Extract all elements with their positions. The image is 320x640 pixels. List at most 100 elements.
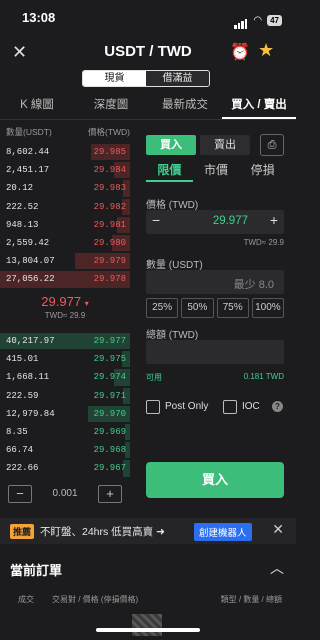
row-qty: 66.74 [6,445,34,456]
row-price: 29.985 [93,147,126,157]
price-label: 價格 (TWD) [146,200,199,211]
price-plus-button[interactable]: + [270,212,278,228]
buy-button[interactable]: 買入 [146,462,284,498]
tab-stop[interactable]: 停損 [239,160,286,182]
row-qty: 8.35 [6,427,28,437]
row-qty: 2,451.17 [6,165,50,176]
bid-row[interactable]: 1,668.11 29.974 [0,368,130,386]
status-bar: 13:08 ◠ 47 [0,0,296,36]
row-price: 29.968 [93,445,126,456]
mid-price-twd: TWD≈ 29.9 [44,311,86,320]
tab-limit[interactable]: 限價 [146,160,193,182]
battery-icon: 47 [267,14,282,26]
close-icon[interactable]: ✕ [272,521,284,538]
home-indicator [96,628,200,632]
orders-title: 當前訂單 [10,563,63,578]
price-value: 29.977 [212,215,248,227]
row-price: 29.970 [93,408,126,419]
qty-input[interactable]: 最少 8.0 [146,270,284,294]
bid-row[interactable]: 8.35 29.969 [0,423,130,441]
row-price: 29.977 [93,336,126,346]
row-qty: 13,804.07 [6,256,55,267]
ioc-label: IOC [242,401,260,412]
price-minus-button[interactable]: − [152,212,160,228]
sell-tab[interactable]: 賣出 [200,135,250,155]
col-type-qty-total: 類型 / 數量 / 總額 [220,595,282,604]
available-label: 可用 [146,373,162,382]
ask-row[interactable]: 222.52 29.982 [0,198,130,216]
step-value: 0.001 [52,488,78,499]
available-balance: 可用 0.181 TWD [146,372,284,383]
bid-row[interactable]: 222.59 29.971 [0,387,130,405]
tab-buy-sell[interactable]: 買入 / 賣出 [222,92,296,119]
row-qty: 222.52 [6,201,39,212]
row-price: 29.978 [93,274,126,285]
qty-header: 數量(USDT) [6,127,52,137]
price-hint: TWD≈ 29.9 [243,238,284,247]
row-price: 29.980 [93,238,126,248]
total-label: 總額 (TWD) [146,330,199,341]
create-bot-button[interactable]: 創建機器人 [194,523,252,541]
percent-100-button[interactable]: 100% [251,298,284,318]
percent-25-button[interactable]: 25% [146,298,179,318]
buy-tab[interactable]: 買入 [146,135,196,155]
bid-row[interactable]: 222.66 29.967 [0,459,130,477]
row-price: 29.981 [93,219,126,230]
printer-icon[interactable]: ⎙ [260,134,284,156]
bid-row[interactable]: 12,979.84 29.970 [0,405,130,423]
row-qty: 8,602.44 [6,147,50,157]
tab-market[interactable]: 市價 [193,160,240,182]
promo-banner[interactable]: 推薦 不盯盤、24hrs 低買高賣 ➜ 創建機器人 ✕ [0,518,296,544]
row-qty: 222.66 [6,463,39,474]
ask-row[interactable]: 20.12 29.983 [0,179,130,197]
chevron-up-icon[interactable]: ︿ [270,558,284,578]
market-segment: 現貨 借滿益 [82,70,210,87]
row-price: 29.975 [93,354,126,365]
ask-row[interactable]: 2,559.42 29.980 [0,234,130,252]
row-price: 29.969 [93,427,126,437]
bid-row[interactable]: 66.74 29.968 [0,441,130,459]
ask-row[interactable]: 13,804.07 29.979 [0,252,130,270]
percent-buttons: 25% 50% 75% 100% [146,298,284,318]
qty-label: 數量 (USDT) [146,260,203,271]
total-input[interactable] [146,340,284,364]
bid-row[interactable]: 415.01 29.975 [0,350,130,368]
ask-row[interactable]: 948.13 29.981 [0,216,130,234]
ask-row[interactable]: 8,602.44 29.985 [0,143,130,161]
tab-kline[interactable]: K 線圖 [0,92,74,119]
row-qty: 12,979.84 [6,408,55,419]
post-only-checkbox[interactable] [146,400,160,414]
segment-spot[interactable]: 現貨 [83,71,146,86]
bid-row[interactable]: 40,217.97 29.977 [0,332,130,350]
col-pair-price: 交易對 / 價格 (停損價格) [52,595,139,604]
wifi-icon: ◠ [253,14,263,26]
promo-tag: 推薦 [10,524,35,539]
tab-latest-trades[interactable]: 最新成交 [148,92,222,119]
alarm-icon[interactable]: ⏰ [230,42,250,62]
ask-row[interactable]: 27,056.22 29.978 [0,270,130,288]
main-tabs: K 線圖 深度圖 最新成交 買入 / 賣出 [0,92,296,120]
tab-depth[interactable]: 深度圖 [74,92,148,119]
row-qty: 415.01 [6,354,39,365]
row-qty: 27,056.22 [6,274,55,285]
row-qty: 222.59 [6,390,39,401]
favorite-star-icon[interactable]: ★ [258,40,274,61]
col-filled: 成交 [18,595,34,604]
orderbook-header: 數量(USDT) 價格(TWD) [6,126,130,138]
available-value: 0.181 TWD [243,372,284,381]
step-minus-button[interactable]: − [8,485,32,503]
row-price: 29.982 [93,201,126,212]
ask-row[interactable]: 2,451.17 29.984 [0,161,130,179]
row-price: 29.983 [93,183,126,194]
segment-margin[interactable]: 借滿益 [146,71,209,86]
row-price: 29.984 [93,165,126,176]
help-icon[interactable]: ? [272,401,283,412]
row-qty: 40,217.97 [6,336,55,346]
price-input[interactable]: − 29.977 + [146,210,284,234]
ioc-checkbox[interactable] [223,400,237,414]
step-plus-button[interactable]: + [98,485,122,503]
mid-price: 29.977 ▾ TWD≈ 29.9 [0,294,130,320]
percent-75-button[interactable]: 75% [216,298,249,318]
percent-50-button[interactable]: 50% [181,298,214,318]
row-price: 29.979 [93,256,126,267]
